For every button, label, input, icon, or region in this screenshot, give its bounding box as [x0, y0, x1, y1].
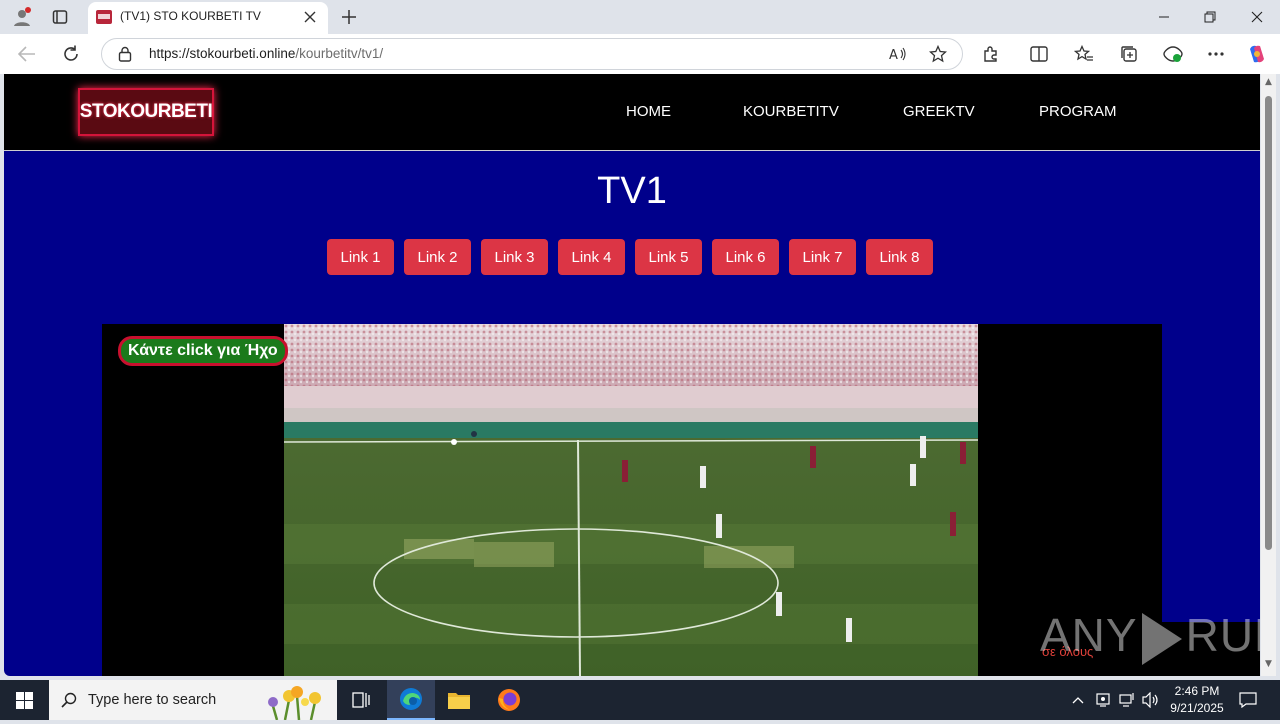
site-header: STOKOURBETI HOME KOURBETITV GREEKTV PROG… [4, 74, 1260, 151]
enable-sound-button[interactable]: Κάντε click για Ήχο [118, 336, 288, 366]
link-1-button[interactable]: Link 1 [327, 239, 394, 275]
taskbar-clock[interactable]: 2:46 PM 9/21/2025 [1160, 683, 1234, 717]
browser-essentials-icon[interactable] [1161, 42, 1185, 66]
network-icon[interactable] [1117, 690, 1137, 710]
site-logo[interactable]: STOKOURBETI [78, 88, 214, 136]
link-4-button[interactable]: Link 4 [558, 239, 625, 275]
scroll-down-icon[interactable]: ▼ [1264, 660, 1273, 669]
volume-icon[interactable] [1141, 690, 1161, 710]
security-tray-icon[interactable] [1093, 690, 1113, 710]
active-tab[interactable]: (TV1) STO KOURBETI TV [88, 2, 328, 34]
nav-home[interactable]: HOME [626, 103, 671, 120]
minimize-icon[interactable] [1151, 4, 1177, 30]
link-6-button[interactable]: Link 6 [712, 239, 779, 275]
nav-greektv[interactable]: GREEKTV [903, 103, 975, 120]
new-tab-icon[interactable] [338, 6, 360, 28]
file-explorer-icon[interactable] [435, 680, 483, 720]
site-favicon-icon [96, 10, 112, 24]
task-view-icon[interactable] [337, 680, 385, 720]
tab-actions-icon[interactable] [49, 6, 71, 28]
search-placeholder: Type here to search [88, 692, 217, 708]
football-match-image [284, 324, 978, 676]
back-icon[interactable] [14, 42, 40, 66]
start-windows-icon[interactable] [0, 680, 48, 720]
page-title: TV1 [597, 170, 667, 212]
read-aloud-icon[interactable]: A [888, 44, 908, 64]
link-7-button[interactable]: Link 7 [789, 239, 856, 275]
more-options-icon[interactable] [1204, 42, 1228, 66]
browser-toolbar: https://stokourbeti.online/kourbetitv/tv… [0, 34, 1280, 74]
favorites-icon[interactable] [1072, 42, 1096, 66]
search-icon [61, 692, 77, 712]
video-player[interactable]: Κάντε click για Ήχο [102, 324, 1162, 676]
profile-icon[interactable] [11, 6, 33, 28]
edge-taskbar-icon[interactable] [387, 680, 435, 720]
site-info-icon[interactable] [118, 46, 132, 66]
url-text[interactable]: https://stokourbeti.online/kourbetitv/tv… [149, 46, 383, 61]
copilot-icon[interactable] [1245, 42, 1269, 66]
extensions-icon[interactable] [979, 42, 1003, 66]
address-bar[interactable]: https://stokourbeti.online/kourbetitv/tv… [101, 38, 963, 70]
video-frame[interactable] [284, 324, 978, 676]
scroll-up-icon[interactable]: ▲ [1264, 78, 1273, 87]
link-3-button[interactable]: Link 3 [481, 239, 548, 275]
page-scrollbar[interactable]: ▲ ▼ [1261, 74, 1276, 676]
stream-links: Link 1 Link 2 Link 3 Link 4 Link 5 Link … [327, 239, 933, 275]
clock-date: 9/21/2025 [1170, 701, 1224, 715]
anyrun-watermark: ANYRUN [1040, 608, 1260, 665]
restore-icon[interactable] [1197, 4, 1223, 30]
nav-program[interactable]: PROGRAM [1039, 103, 1117, 120]
close-tab-icon[interactable] [300, 7, 320, 27]
link-8-button[interactable]: Link 8 [866, 239, 933, 275]
close-window-icon[interactable] [1244, 4, 1270, 30]
search-highlight-flowers-icon [255, 682, 335, 724]
scrollbar-thumb[interactable] [1265, 96, 1272, 550]
windows-taskbar: Type here to search 2:46 PM 9/21/2025 [0, 680, 1280, 721]
svg-text:A: A [889, 48, 898, 62]
clock-time: 2:46 PM [1174, 684, 1220, 698]
page-viewport: STOKOURBETI HOME KOURBETITV GREEKTV PROG… [4, 74, 1260, 676]
refresh-icon[interactable] [58, 42, 84, 66]
nav-kourbetitv[interactable]: KOURBETITV [743, 103, 839, 120]
notifications-icon[interactable] [1238, 690, 1258, 710]
watermark-play-icon [1141, 612, 1182, 665]
collections-icon[interactable] [1117, 42, 1141, 66]
browser-tab-bar: (TV1) STO KOURBETI TV [0, 0, 1280, 34]
link-2-button[interactable]: Link 2 [404, 239, 471, 275]
taskbar-search-box[interactable]: Type here to search [49, 680, 337, 721]
firefox-icon[interactable] [485, 680, 533, 720]
link-5-button[interactable]: Link 5 [635, 239, 702, 275]
show-hidden-icons-chevron-icon[interactable] [1068, 690, 1088, 710]
split-screen-icon[interactable] [1027, 42, 1051, 66]
favorite-star-icon[interactable] [928, 44, 948, 64]
tab-title: (TV1) STO KOURBETI TV [120, 9, 261, 23]
